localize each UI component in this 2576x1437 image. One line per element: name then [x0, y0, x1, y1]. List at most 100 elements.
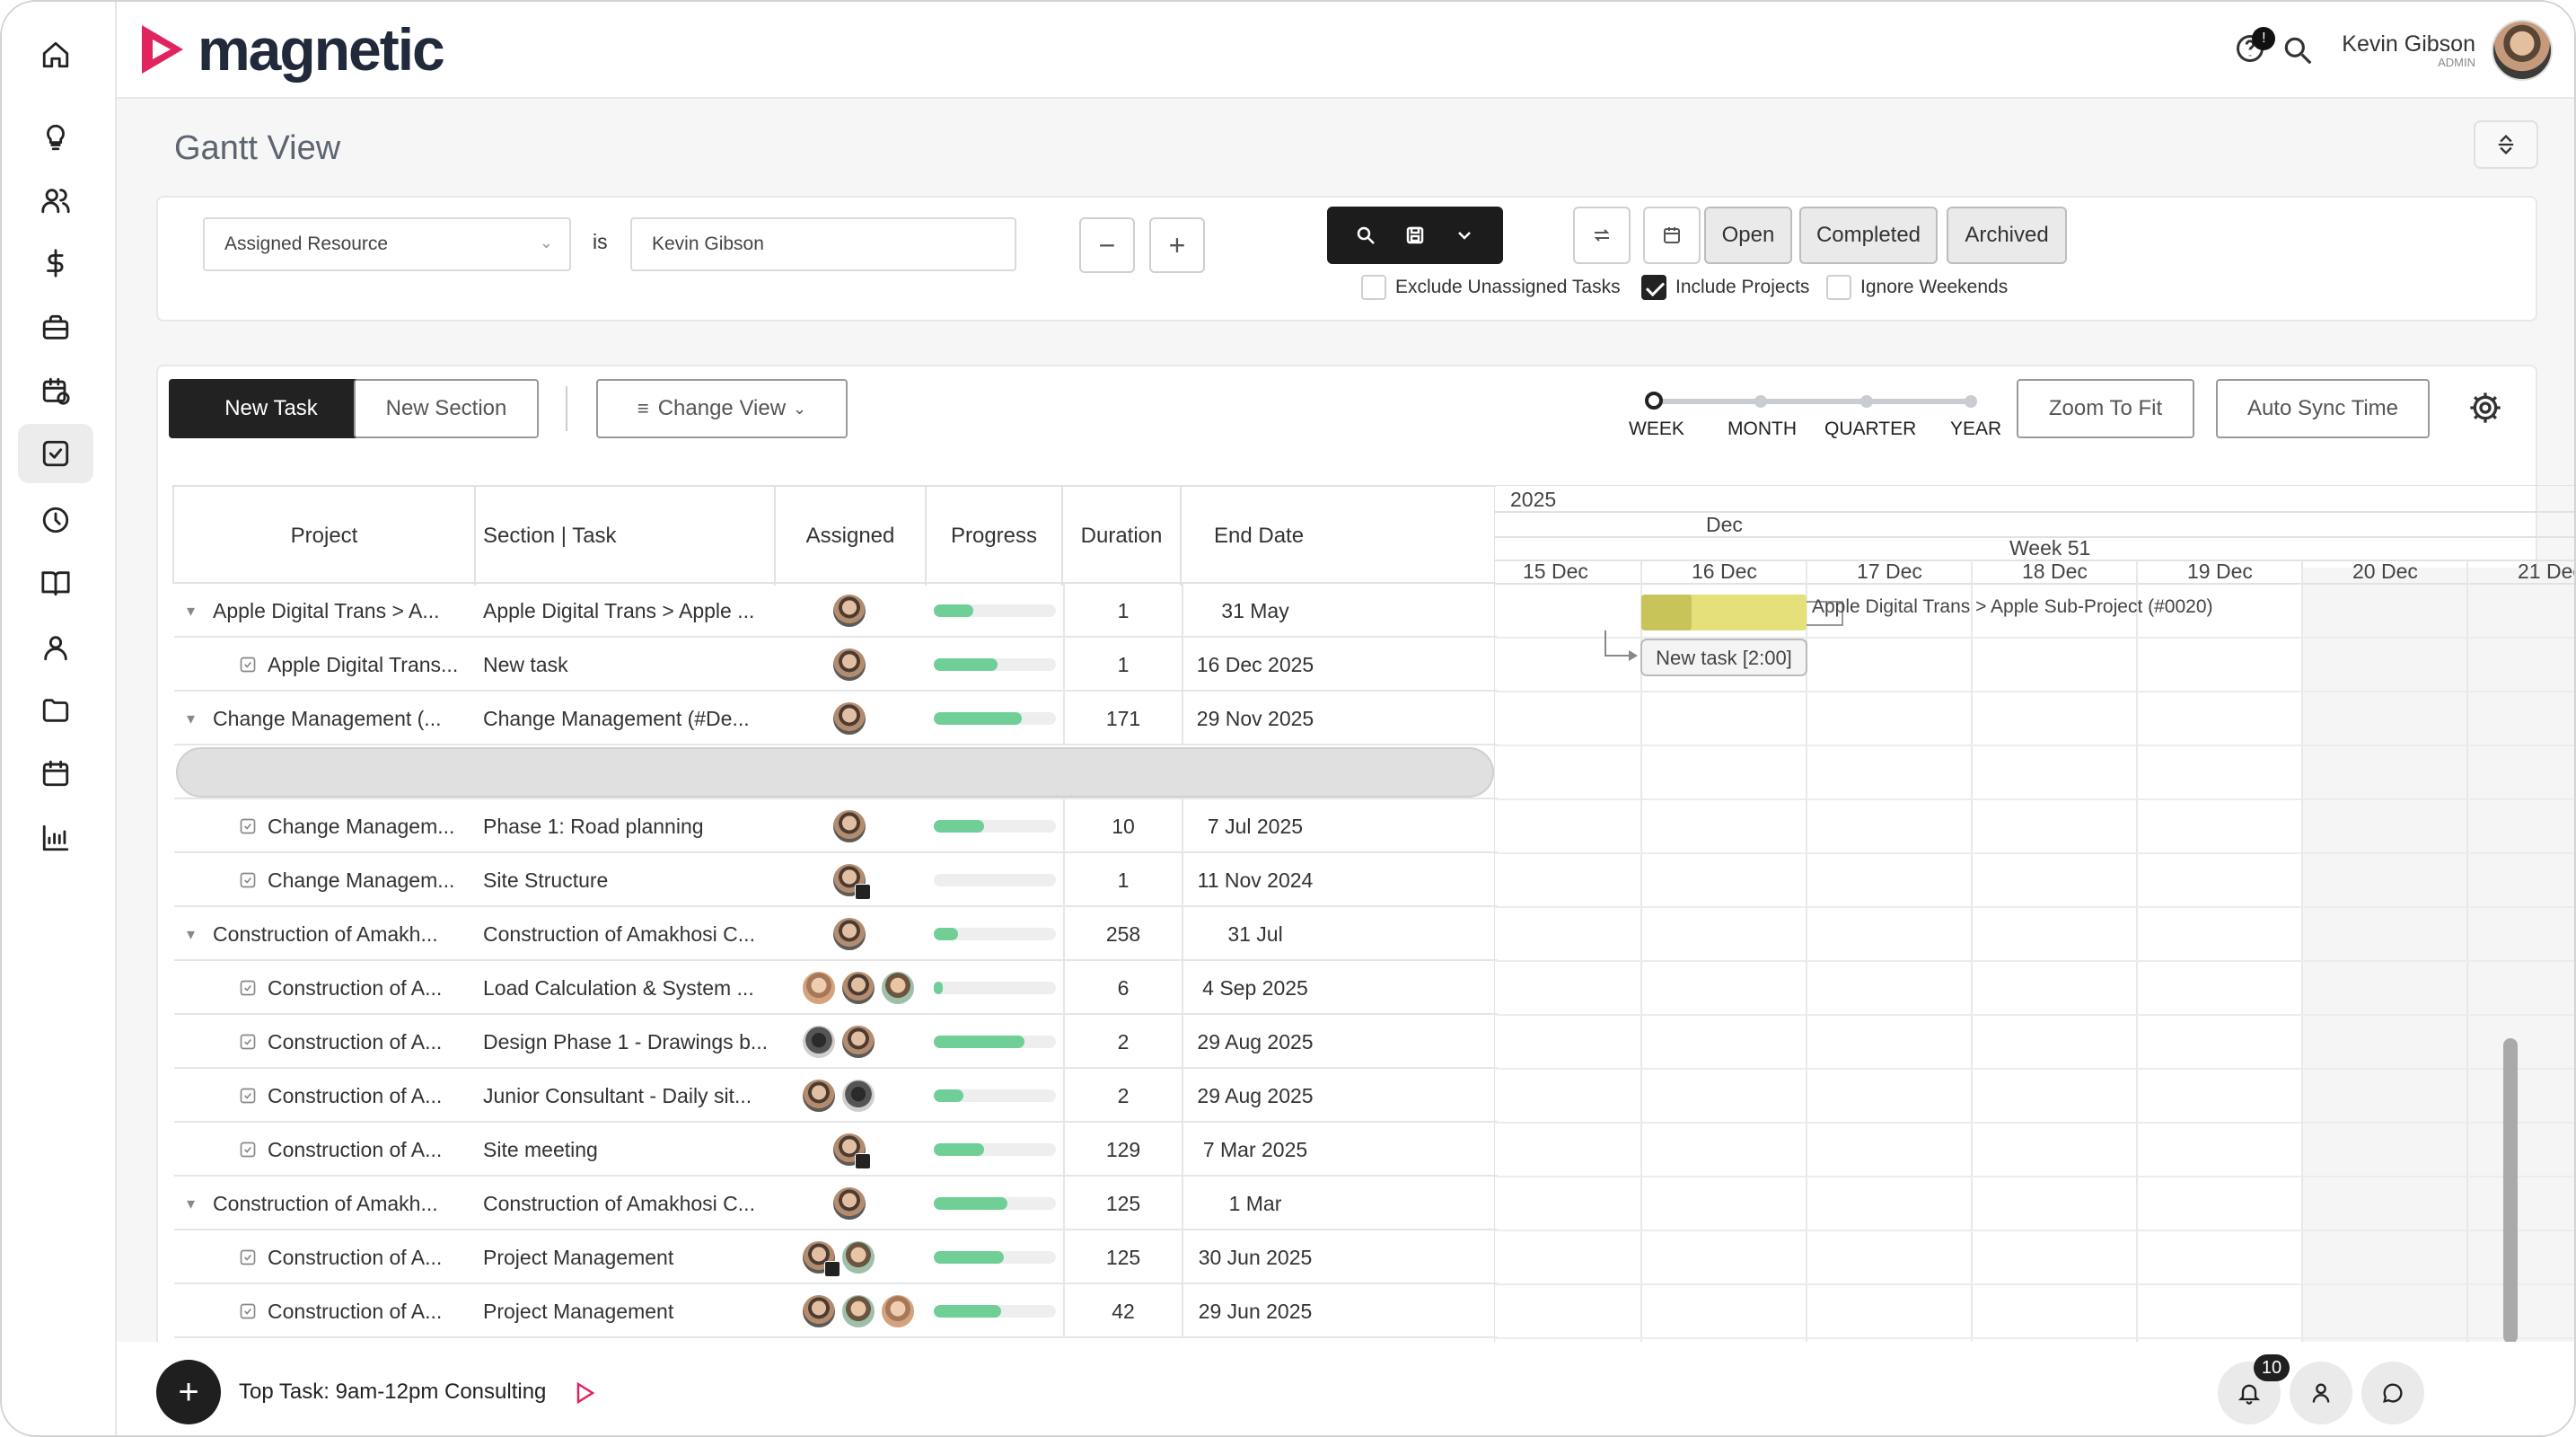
- remove-filter-button[interactable]: −: [1079, 217, 1135, 273]
- assigned-cell[interactable]: [776, 907, 927, 961]
- new-section-button[interactable]: New Section: [354, 379, 539, 438]
- play-icon[interactable]: [575, 1381, 596, 1405]
- task-row[interactable]: Change Managem... Site Structure 1 11 Nov 2…: [174, 853, 1498, 907]
- vertical-scrollbar[interactable]: [2503, 1038, 2518, 1344]
- dollar-icon[interactable]: [18, 234, 93, 293]
- zoom-tick-month[interactable]: [1754, 395, 1767, 408]
- chevron-down-icon[interactable]: [1454, 225, 1475, 246]
- task-name[interactable]: Site meeting: [483, 1123, 772, 1177]
- home-icon[interactable]: [18, 25, 93, 84]
- duration-cell[interactable]: 2: [1063, 1015, 1182, 1069]
- auto-sync-time-button[interactable]: Auto Sync Time: [2216, 379, 2430, 438]
- duration-cell[interactable]: 125: [1063, 1230, 1182, 1284]
- avatar[interactable]: [880, 1293, 916, 1329]
- task-row[interactable]: Construction of A... Load Calculation & S…: [174, 961, 1498, 1015]
- assigned-cell[interactable]: [776, 1177, 927, 1230]
- duration-cell[interactable]: 129: [1063, 1123, 1182, 1177]
- user-avatar[interactable]: [2492, 20, 2553, 81]
- avatar[interactable]: [831, 1186, 867, 1221]
- users-icon[interactable]: [18, 171, 93, 230]
- ignore-weekends-checkbox[interactable]: [1826, 275, 1851, 300]
- column-header-section-task[interactable]: Section | Task: [476, 487, 776, 586]
- duration-cell[interactable]: 125: [1063, 1177, 1182, 1230]
- avatar[interactable]: [801, 1239, 840, 1277]
- people-button[interactable]: [2290, 1362, 2352, 1424]
- expand-chevron-icon[interactable]: ▾: [187, 602, 195, 621]
- avatar[interactable]: [831, 1132, 871, 1169]
- add-fab-button[interactable]: +: [156, 1360, 221, 1424]
- group-row[interactable]: ▾ Construction of Amakh... Construction of…: [174, 1177, 1498, 1230]
- project-cell[interactable]: Construction of A...: [174, 1230, 476, 1284]
- project-cell[interactable]: Construction of A...: [174, 1015, 476, 1069]
- project-cell[interactable]: Construction of A...: [174, 1284, 476, 1338]
- top-task-text[interactable]: Top Task: 9am-12pm Consulting: [239, 1380, 546, 1405]
- zoom-slider-track[interactable]: [1652, 399, 1972, 404]
- exclude-unassigned-option[interactable]: Exclude Unassigned Tasks: [1361, 275, 1621, 300]
- avatar[interactable]: [801, 1078, 837, 1114]
- avatar[interactable]: [831, 862, 871, 900]
- task-name[interactable]: Design Phase 1 - Drawings b...: [483, 1015, 772, 1069]
- end-date-cell[interactable]: 31 Jul: [1182, 907, 1327, 961]
- end-date-cell[interactable]: 4 Sep 2025: [1182, 961, 1327, 1015]
- task-name[interactable]: Project Management: [483, 1230, 772, 1284]
- end-date-cell[interactable]: 1 Mar: [1182, 1177, 1327, 1230]
- assigned-cell[interactable]: [776, 853, 927, 907]
- task-row[interactable]: Construction of A... Design Phase 1 - Dra…: [174, 1015, 1498, 1069]
- task-name[interactable]: Project Management: [483, 1284, 772, 1338]
- project-cell[interactable]: Change Managem...: [174, 799, 476, 853]
- group-row[interactable]: ▾ Change Management (... Change Management…: [174, 692, 1498, 745]
- duration-cell[interactable]: 6: [1063, 961, 1182, 1015]
- search-icon[interactable]: [1355, 225, 1376, 246]
- status-archived-button[interactable]: Archived: [1947, 207, 2067, 264]
- project-cell[interactable]: Construction of A...: [174, 1123, 476, 1177]
- assigned-cell[interactable]: [776, 1069, 927, 1123]
- project-cell[interactable]: ▾ Change Management (...: [174, 692, 476, 745]
- assigned-cell[interactable]: [776, 1230, 927, 1284]
- end-date-cell[interactable]: 11 Nov 2024: [1182, 853, 1327, 907]
- task-name[interactable]: Apple Digital Trans > Apple ...: [483, 584, 772, 638]
- project-cell[interactable]: Change Managem...: [174, 853, 476, 907]
- status-completed-button[interactable]: Completed: [1799, 207, 1938, 264]
- placeholder-row[interactable]: [174, 745, 1498, 799]
- duration-cell[interactable]: 2: [1063, 1069, 1182, 1123]
- zoom-label-month[interactable]: MONTH: [1728, 419, 1797, 440]
- column-header-progress[interactable]: Progress: [927, 487, 1063, 586]
- book-icon[interactable]: [18, 553, 93, 613]
- avatar[interactable]: [840, 1024, 876, 1060]
- assigned-cell[interactable]: [776, 638, 927, 692]
- avatar[interactable]: [880, 970, 916, 1006]
- end-date-cell[interactable]: 29 Aug 2025: [1182, 1069, 1327, 1123]
- group-row[interactable]: ▾ Construction of Amakh... Construction of…: [174, 907, 1498, 961]
- task-row[interactable]: Construction of A... Junior Consultant - …: [174, 1069, 1498, 1123]
- avatar[interactable]: [831, 647, 867, 683]
- project-cell[interactable]: Construction of A...: [174, 961, 476, 1015]
- task-row[interactable]: Apple Digital Trans... New task 1 16 Dec 20…: [174, 638, 1498, 692]
- assigned-cell[interactable]: [776, 584, 927, 638]
- zoom-label-quarter[interactable]: QUARTER: [1824, 419, 1916, 440]
- task-row[interactable]: Construction of A... Project Management 42…: [174, 1284, 1498, 1338]
- task-row[interactable]: Construction of A... Project Management 12…: [174, 1230, 1498, 1284]
- end-date-cell[interactable]: 29 Aug 2025: [1182, 1015, 1327, 1069]
- end-date-cell[interactable]: 29 Nov 2025: [1182, 692, 1327, 745]
- zoom-tick-quarter[interactable]: [1860, 395, 1873, 408]
- zoom-label-year[interactable]: YEAR: [1950, 419, 2001, 440]
- ignore-weekends-option[interactable]: Ignore Weekends: [1826, 275, 2008, 300]
- filter-value-input[interactable]: Kevin Gibson: [630, 217, 1016, 271]
- user-info[interactable]: Kevin Gibson ADMIN: [2342, 32, 2475, 69]
- duration-cell[interactable]: 1: [1063, 584, 1182, 638]
- user-icon[interactable]: [18, 618, 93, 677]
- duration-cell[interactable]: 171: [1063, 692, 1182, 745]
- project-cell[interactable]: ▾ Construction of Amakh...: [174, 1177, 476, 1230]
- date-range-button[interactable]: [1643, 207, 1701, 264]
- avatar[interactable]: [840, 1078, 876, 1114]
- duration-cell[interactable]: 258: [1063, 907, 1182, 961]
- change-view-button[interactable]: ≡ Change View ⌄: [596, 379, 848, 438]
- search-icon[interactable]: [2281, 33, 2315, 67]
- duration-cell[interactable]: 10: [1063, 799, 1182, 853]
- task-name[interactable]: Load Calculation & System ...: [483, 961, 772, 1015]
- chat-button[interactable]: [2361, 1362, 2424, 1424]
- column-header-duration[interactable]: Duration: [1063, 487, 1182, 586]
- avatar[interactable]: [831, 593, 867, 629]
- folder-icon[interactable]: [18, 681, 93, 740]
- filter-field-select[interactable]: Assigned Resource ⌄: [203, 217, 571, 271]
